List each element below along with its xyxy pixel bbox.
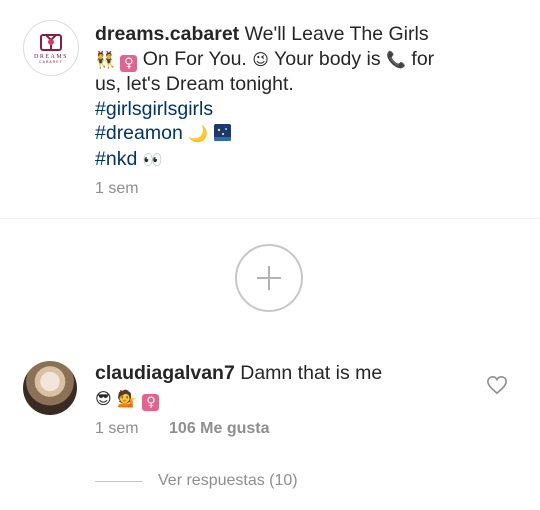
comment-body: Damn that is me — [240, 362, 383, 384]
woman-tipping-hand-emoji: 💁 — [117, 389, 138, 408]
comment-timestamp: 1 sem — [95, 420, 139, 437]
brand-logo-icon — [40, 33, 62, 51]
comment-meta: 1 sem 106 Me gusta — [95, 420, 270, 438]
hashtag-dreamon-line: #dreamon 🌙 — [95, 121, 515, 147]
replies-line — [95, 480, 143, 482]
caption-line1: We'll Leave The Girls — [244, 23, 429, 45]
hashtag-nkd-line: #nkd 👀 — [95, 147, 515, 173]
phone-emoji: 📞 — [386, 49, 406, 69]
caption-username[interactable]: dreams.cabaret — [95, 23, 239, 45]
comment-text: claudiagalvan7 Damn that is me 😎 💁 ♀ — [95, 361, 485, 411]
comment-likes-count[interactable]: 106 Me gusta — [169, 420, 269, 437]
hashtag-girlsgirlsgirls[interactable]: #girlsgirlsgirls — [95, 97, 515, 122]
load-more-comments-button[interactable] — [235, 244, 303, 312]
night-sky-icon — [213, 124, 231, 141]
brand-subtitle: CABARET — [39, 59, 63, 64]
heart-outline-icon[interactable] — [486, 375, 508, 395]
caption-line2-text3: for — [411, 47, 435, 70]
view-replies-button[interactable]: Ver respuestas (10) — [95, 470, 298, 492]
moon-emoji: 🌙 — [188, 124, 209, 143]
divider — [0, 218, 540, 219]
plus-icon — [257, 266, 281, 290]
dreams-cabaret-avatar[interactable]: DREAMS CABARET — [23, 20, 79, 76]
caption-text: dreams.cabaret We'll Leave The Girls 👯 ♀… — [95, 22, 515, 172]
sunglasses-emoji: 😎 — [95, 389, 112, 408]
caption-line2-text2: Your body is — [274, 47, 381, 70]
eyes-emoji: 👀 — [142, 149, 163, 169]
commenter-avatar[interactable] — [23, 361, 77, 415]
hashtag-dreamon[interactable]: #dreamon — [95, 122, 183, 144]
comment-item: claudiagalvan7 Damn that is me 😎 💁 ♀ 1 s… — [0, 355, 540, 455]
wink-emoji: 😉 — [252, 49, 269, 69]
female-sign-icon: ♀ — [142, 394, 160, 411]
caption-line3: us, let's Dream tonight. — [95, 73, 294, 95]
comment-username[interactable]: claudiagalvan7 — [95, 362, 235, 384]
caption-line2-text: On For You. — [142, 47, 247, 70]
dancers-emoji: 👯 — [95, 49, 115, 69]
female-sign-icon: ♀ — [120, 54, 138, 72]
view-replies-label: Ver respuestas (10) — [158, 472, 298, 489]
hashtag-nkd[interactable]: #nkd — [95, 148, 137, 170]
caption-comment: DREAMS CABARET dreams.cabaret We'll Leav… — [0, 0, 540, 218]
caption-timestamp: 1 sem — [95, 180, 139, 197]
